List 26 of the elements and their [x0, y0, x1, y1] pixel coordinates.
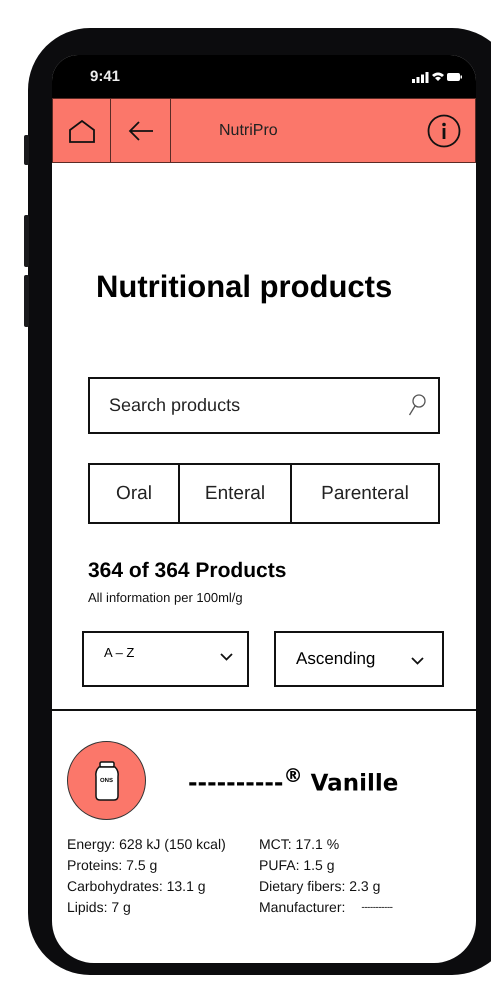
sort-dropdown[interactable]: A – Z [82, 631, 249, 687]
search-icon [408, 394, 426, 416]
nutrient-value: Lipids: 7 g [67, 898, 132, 917]
nutrient-value: Proteins: 7.5 g [67, 856, 158, 875]
status-time: 9:41 [90, 68, 120, 85]
home-icon [68, 118, 96, 142]
nutrient-value: Dietary fibers: 2.3 g [259, 877, 382, 896]
sort-dropdown[interactable]: Ascending [274, 631, 444, 687]
bottle-icon [94, 760, 120, 800]
manufacturer-value: ----------- [361, 902, 393, 913]
manufacturer-label: Manufacturer: [259, 898, 346, 917]
chevron-down-icon [220, 653, 233, 661]
search-field[interactable]: Search products [88, 377, 440, 434]
nutrient-value: Energy: 628 kJ (150 kcal) [67, 835, 227, 854]
product-name: ----------$^{®}$ Vanille [188, 764, 398, 797]
info-note: All information per 100ml/g [88, 590, 244, 605]
product-count: 364 of 364 Products [88, 558, 288, 584]
back-arrow-icon [128, 120, 154, 140]
page-title: Nutritional products [96, 269, 394, 305]
nutrient-value: Carbohydrates: 13.1 g [67, 877, 207, 896]
nutrient-value: PUFA: 1.5 g [259, 856, 336, 875]
app-title: NutriPro [218, 122, 279, 140]
info-icon [427, 114, 461, 148]
nutrient-value: MCT: 17.1 % [259, 835, 340, 854]
chevron-down-icon [411, 657, 424, 665]
status-icons [412, 70, 462, 82]
